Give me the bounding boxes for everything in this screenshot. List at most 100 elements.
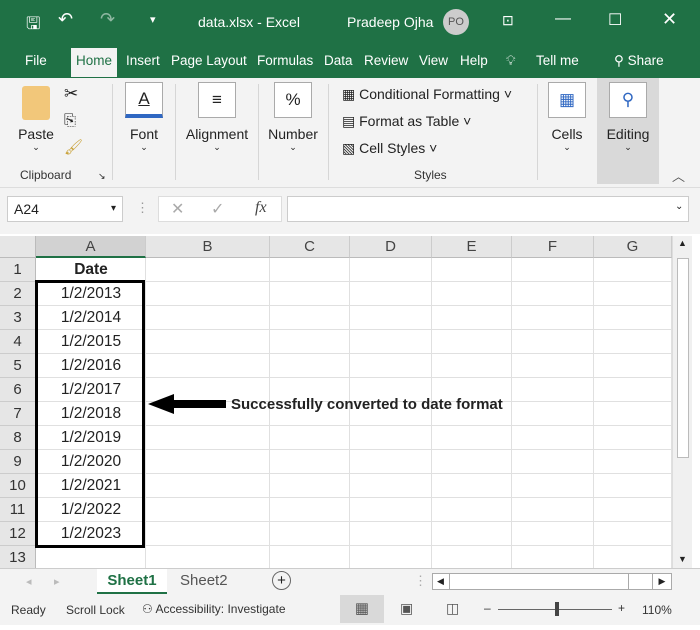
annotation-text: Successfully converted to date format <box>231 396 503 413</box>
format-painter-icon[interactable]: 🖌︎ <box>64 138 83 156</box>
row-header-3[interactable]: 3 <box>0 306 36 330</box>
conditional-label: Conditional Formatting <box>359 86 500 102</box>
zoom-slider-thumb[interactable] <box>555 602 559 616</box>
group-styles: Styles <box>414 168 447 182</box>
avatar[interactable]: PO <box>443 9 469 35</box>
dialog-launcher-icon[interactable]: ↘ <box>98 171 106 182</box>
add-sheet-icon[interactable]: + <box>272 571 291 590</box>
prev-sheet-icon[interactable]: ◂ <box>26 575 32 588</box>
tab-sheet1[interactable]: Sheet1 <box>97 569 167 594</box>
ribbon-display-icon[interactable]: ⊡ <box>502 12 514 29</box>
cut-icon[interactable]: ✂ <box>64 84 78 104</box>
cells-button[interactable]: ▦ Cells ⌄ <box>542 82 592 153</box>
maximize-icon[interactable]: ☐ <box>608 10 622 30</box>
more-icon: ⋮ <box>136 200 149 215</box>
column-header-F[interactable]: F <box>512 236 594 258</box>
row-header-8[interactable]: 8 <box>0 426 36 450</box>
column-header-B[interactable]: B <box>146 236 270 258</box>
insert-function-icon[interactable]: fx <box>255 199 267 217</box>
paste-button[interactable]: Paste ⌄ <box>18 86 54 153</box>
tell-me-search[interactable]: Tell me <box>536 53 579 68</box>
normal-view-icon[interactable]: ▦ <box>340 595 384 623</box>
row-header-11[interactable]: 11 <box>0 498 36 522</box>
scroll-right-icon[interactable]: ▶ <box>652 573 672 590</box>
status-ready: Ready <box>11 603 46 617</box>
zoom-out-icon[interactable]: – <box>484 601 491 615</box>
minimize-icon[interactable]: — <box>555 10 571 28</box>
tab-view[interactable]: View <box>419 53 448 68</box>
column-header-C[interactable]: C <box>270 236 350 258</box>
row-header-12[interactable]: 12 <box>0 522 36 546</box>
tab-page-layout[interactable]: Page Layout <box>171 53 247 68</box>
page-layout-view-icon[interactable]: ▣ <box>400 600 413 617</box>
scroll-thumb[interactable] <box>677 258 689 458</box>
expand-formula-icon[interactable]: ⌄ <box>675 201 683 212</box>
splitter-icon[interactable]: ⋮ <box>414 573 427 589</box>
cancel-icon[interactable]: ✕ <box>171 199 184 219</box>
select-all[interactable] <box>0 236 36 258</box>
column-header-D[interactable]: D <box>350 236 432 258</box>
clipboard-icon <box>22 86 50 120</box>
column-header-G[interactable]: G <box>594 236 672 258</box>
accessibility-label: Accessibility: Investigate <box>155 602 286 616</box>
formula-buttons: ✕ ✓ fx <box>158 196 282 222</box>
tab-insert[interactable]: Insert <box>126 53 160 68</box>
arrow-icon <box>148 394 226 414</box>
user-name: Pradeep Ojha <box>347 14 434 30</box>
scroll-up-icon[interactable]: ▲ <box>678 238 687 248</box>
conditional-formatting-icon: ▦ <box>342 86 360 102</box>
tab-review[interactable]: Review <box>364 53 408 68</box>
undo-icon[interactable]: ↶ <box>58 9 73 30</box>
row-header-9[interactable]: 9 <box>0 450 36 474</box>
alignment-button[interactable]: ≡ Alignment ⌄ <box>180 82 254 153</box>
zoom-in-icon[interactable]: + <box>618 601 625 615</box>
row-header-6[interactable]: 6 <box>0 378 36 402</box>
close-icon[interactable]: ✕ <box>662 9 677 30</box>
customize-qat-icon[interactable]: ▾ <box>150 13 156 26</box>
row-header-1[interactable]: 1 <box>0 258 36 282</box>
cell-styles-button[interactable]: ▧ Cell Styles ˅ <box>342 140 437 157</box>
formula-input[interactable] <box>287 196 689 222</box>
format-as-table-button[interactable]: ▤ Format as Table ˅ <box>342 113 471 130</box>
scroll-left-icon[interactable]: ◀ <box>437 576 444 587</box>
next-sheet-icon[interactable]: ▸ <box>54 575 60 588</box>
tab-formulas[interactable]: Formulas <box>257 53 313 68</box>
row-header-10[interactable]: 10 <box>0 474 36 498</box>
share-button[interactable]: ⚲ Share <box>614 53 664 69</box>
vertical-scrollbar[interactable]: ▲ ▼ <box>672 236 692 568</box>
zoom-level[interactable]: 110% <box>642 603 672 617</box>
font-button[interactable]: A Font ⌄ <box>120 82 168 153</box>
collapse-ribbon-icon[interactable]: ︿ <box>672 166 685 185</box>
tab-data[interactable]: Data <box>324 53 353 68</box>
column-header-E[interactable]: E <box>432 236 512 258</box>
scroll-down-icon[interactable]: ▼ <box>678 554 687 564</box>
redo-icon[interactable]: ↷ <box>100 9 115 30</box>
number-button[interactable]: % Number ⌄ <box>264 82 322 153</box>
tab-help[interactable]: Help <box>460 53 488 68</box>
save-icon[interactable]: 🖫 <box>26 11 40 40</box>
copy-icon[interactable]: ⎘ <box>64 112 76 129</box>
row-header-4[interactable]: 4 <box>0 330 36 354</box>
cells-icon: ▦ <box>548 82 586 118</box>
align-icon: ≡ <box>198 82 236 118</box>
row-header-2[interactable]: 2 <box>0 282 36 306</box>
row-header-7[interactable]: 7 <box>0 402 36 426</box>
column-header-A[interactable]: A <box>36 236 146 258</box>
editing-button[interactable]: ⚲ Editing ⌄ <box>597 78 659 184</box>
name-box[interactable]: A24 ▾ <box>7 196 123 222</box>
group-clipboard: Clipboard <box>20 168 72 182</box>
cells-label: Cells <box>551 126 583 142</box>
tab-file[interactable]: File <box>25 53 47 68</box>
tab-sheet2[interactable]: Sheet2 <box>180 572 228 589</box>
tab-home[interactable]: Home <box>71 48 118 77</box>
enter-icon[interactable]: ✓ <box>211 199 224 219</box>
page-break-view-icon[interactable]: ◫ <box>446 600 459 617</box>
header-cell[interactable]: Date <box>36 258 146 282</box>
row-header-5[interactable]: 5 <box>0 354 36 378</box>
accessibility-button[interactable]: ⚇ Accessibility: Investigate <box>142 602 286 616</box>
hscroll-thumb[interactable] <box>449 574 629 589</box>
row-header-13[interactable]: 13 <box>0 546 36 570</box>
conditional-formatting-button[interactable]: ▦ Conditional Formatting ˅ <box>342 86 512 103</box>
window-title: data.xlsx - Excel <box>198 14 300 30</box>
horizontal-scrollbar[interactable]: ◀ <box>432 573 672 590</box>
